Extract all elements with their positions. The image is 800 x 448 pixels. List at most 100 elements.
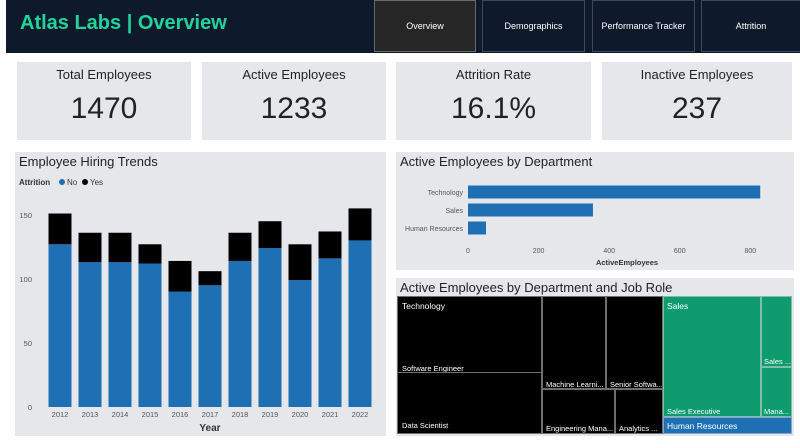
y-tick-label: Technology — [428, 190, 464, 197]
bar-no-2015[interactable] — [138, 263, 162, 408]
bar-sales[interactable] — [468, 203, 593, 217]
treemap-label: Data Scientist — [402, 421, 449, 430]
treemap-group-human-resources: Human Resources — [667, 421, 738, 431]
treemap: Technology Software Engineer Data Scient… — [397, 296, 792, 434]
kpi-value: 1233 — [260, 92, 328, 125]
x-tick-label: 2013 — [82, 410, 99, 419]
x-tick-label: 2017 — [202, 410, 219, 419]
bar-yes-2017[interactable] — [198, 271, 222, 286]
bar-no-2021[interactable] — [318, 258, 342, 407]
bar-yes-2018[interactable] — [228, 232, 252, 261]
treemap-cell-engineering-manager[interactable]: Engineering Mana... — [542, 389, 615, 434]
kpi-value: 237 — [671, 92, 723, 125]
kpi-label: Attrition Rate — [455, 67, 532, 82]
bar-yes-2021[interactable] — [318, 231, 342, 259]
top-bar: Atlas Labs | Overview Overview Demograph… — [6, 0, 800, 53]
bar-yes-2014[interactable] — [108, 232, 132, 263]
treemap-cell-senior-software[interactable]: Senior Softwa... — [606, 296, 663, 389]
bar-yes-2015[interactable] — [138, 244, 162, 264]
treemap-panel: Active Employees by Department and Job R… — [396, 278, 794, 436]
bar-no-2014[interactable] — [108, 262, 132, 407]
treemap-cell-manager[interactable]: Mana... — [761, 367, 792, 417]
treemap-cell-human-resources[interactable]: Human Resources — [663, 417, 792, 434]
x-tick-label: 0 — [466, 248, 470, 255]
legend-yes-label: Yes — [90, 178, 103, 187]
kpi-inactive-employees: Inactive Employees 237 — [602, 62, 792, 140]
bar-yes-2013[interactable] — [78, 232, 102, 263]
legend-no-label: No — [67, 178, 78, 187]
treemap-label: Senior Softwa... — [610, 380, 663, 389]
x-tick-label: 2014 — [112, 410, 129, 419]
treemap-cell-sales-rep[interactable]: Sales ... — [761, 296, 792, 367]
legend-title: Attrition — [19, 178, 50, 187]
legend-no-marker — [59, 179, 65, 185]
kpi-total-employees: Total Employees 1470 — [17, 62, 191, 140]
bar-no-2020[interactable] — [288, 280, 312, 407]
kpi-label: Inactive Employees — [640, 67, 754, 82]
bar-yes-2022[interactable] — [348, 208, 372, 241]
tab-demographics[interactable]: Demographics — [482, 0, 585, 52]
x-tick-label: 2012 — [52, 410, 69, 419]
bar-no-2019[interactable] — [258, 248, 282, 407]
tab-attrition[interactable]: Attrition — [701, 0, 800, 52]
kpi-value: 16.1% — [450, 92, 537, 125]
kpi-value: 1470 — [70, 92, 138, 125]
treemap-label: Analytics ... — [619, 424, 658, 433]
bar-no-2012[interactable] — [48, 244, 72, 407]
x-tick-label: 200 — [533, 248, 545, 255]
x-tick-label: 2021 — [322, 410, 339, 419]
bar-yes-2020[interactable] — [288, 244, 312, 281]
treemap-group-sales: Sales — [667, 301, 689, 311]
bar-no-2017[interactable] — [198, 285, 222, 407]
y-tick-label: Human Resources — [405, 226, 463, 233]
x-tick-label: 400 — [603, 248, 615, 255]
bar-yes-2019[interactable] — [258, 221, 282, 249]
treemap-label: Machine Learni... — [546, 380, 604, 389]
bar-no-2022[interactable] — [348, 240, 372, 407]
y-tick-label: 50 — [24, 339, 32, 348]
x-axis-label: ActiveEmployees — [596, 258, 658, 267]
page-title: Atlas Labs | Overview — [20, 12, 227, 34]
bar-no-2016[interactable] — [168, 291, 192, 407]
treemap-cell-sales-executive[interactable]: Sales Sales Executive — [663, 296, 761, 417]
treemap-label: Sales Executive — [667, 407, 721, 416]
treemap-cell-machine-learning[interactable]: Machine Learni... — [542, 296, 606, 389]
bar-yes-2016[interactable] — [168, 260, 192, 292]
y-tick-label: 0 — [28, 403, 32, 412]
treemap-label: Mana... — [764, 407, 790, 416]
legend-yes-marker — [82, 179, 88, 185]
department-chart: Technology Sales Human Resources 0 200 400 600… — [405, 185, 761, 267]
bar-no-2018[interactable] — [228, 260, 252, 407]
x-tick-label: 2022 — [352, 410, 369, 419]
y-tick-label: 150 — [19, 211, 32, 220]
tab-overview[interactable]: Overview — [374, 0, 476, 52]
kpi-active-employees: Active Employees 1233 — [202, 62, 386, 140]
bar-no-2013[interactable] — [78, 262, 102, 407]
chart-title: Active Employees by Department and Job R… — [400, 280, 673, 295]
x-tick-label: 2016 — [172, 410, 189, 419]
bar-technology[interactable] — [468, 185, 761, 199]
treemap-group-technology: Technology — [402, 301, 446, 311]
kpi-label: Total Employees — [56, 67, 152, 82]
bar-yes-2012[interactable] — [48, 213, 72, 245]
bar-human-resources[interactable] — [468, 221, 486, 235]
x-axis-label: Year — [199, 423, 220, 434]
x-tick-label: 2015 — [142, 410, 159, 419]
treemap-label: Sales ... — [764, 357, 792, 366]
hiring-trends-panel: Employee Hiring Trends Attrition No Yes … — [15, 152, 386, 436]
treemap-cell-analytics[interactable]: Analytics ... — [615, 389, 663, 434]
treemap-label: Engineering Mana... — [546, 424, 614, 433]
kpi-label: Active Employees — [242, 67, 346, 82]
x-tick-label: 800 — [745, 248, 757, 255]
y-tick-label: Sales — [445, 208, 463, 215]
x-tick-label: 2020 — [292, 410, 309, 419]
kpi-attrition-rate: Attrition Rate 16.1% — [396, 62, 591, 140]
x-tick-label: 2018 — [232, 410, 249, 419]
y-tick-label: 100 — [19, 275, 32, 284]
x-tick-label: 600 — [674, 248, 686, 255]
x-tick-label: 2019 — [262, 410, 279, 419]
department-panel: Active Employees by Department Technolog… — [396, 152, 794, 270]
tab-performance-tracker[interactable]: Performance Tracker — [592, 0, 695, 52]
treemap-cell-data-scientist[interactable]: Data Scientist — [397, 372, 542, 434]
hiring-trends-chart: Attrition No Yes 0 50 100 150 2012 2013 2014 20… — [19, 178, 372, 434]
